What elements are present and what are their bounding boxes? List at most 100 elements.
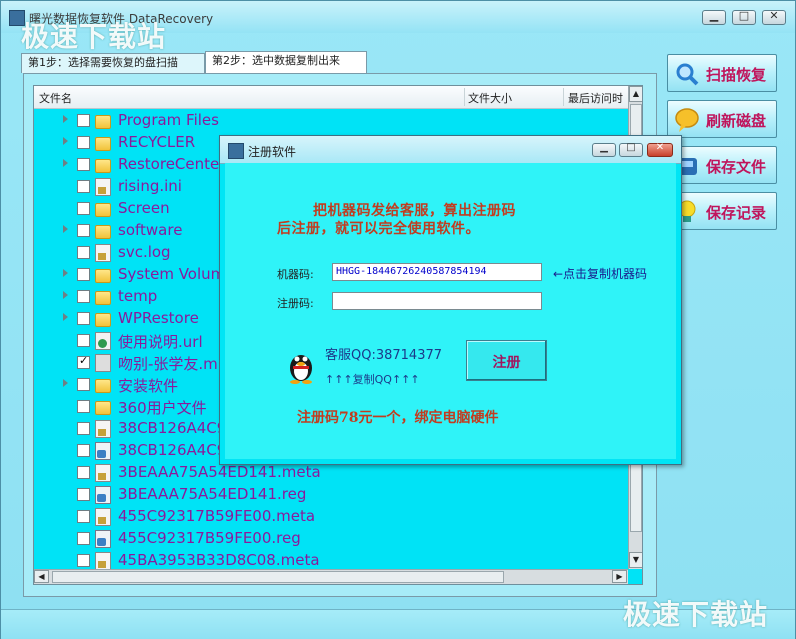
file-name: 455C92317B59FE00.meta — [118, 507, 316, 525]
arrow-down-icon: ▼ — [632, 555, 640, 564]
maximize-icon: □ — [626, 142, 636, 153]
save-record-button[interactable]: 保存记录 — [667, 192, 777, 230]
row-checkbox[interactable] — [77, 488, 90, 501]
maximize-icon: □ — [738, 9, 750, 22]
file-icon — [95, 464, 111, 482]
table-row[interactable]: 3BEAAA75A54ED141.meta — [34, 462, 628, 484]
row-checkbox[interactable] — [77, 334, 90, 347]
checkmark-icon: ✓ — [79, 354, 89, 367]
column-filename[interactable]: 文件名 — [39, 90, 72, 106]
row-checkbox[interactable] — [77, 136, 90, 149]
file-name: 3BEAAA75A54ED141.meta — [118, 463, 321, 481]
dialog-message-line1: 把机器码发给客服，算出注册码 — [313, 203, 516, 219]
expand-arrow-icon[interactable] — [63, 159, 68, 167]
folder-icon — [95, 291, 111, 305]
minimize-button[interactable]: ▁ — [702, 9, 726, 25]
scan-recover-label: 扫描恢复 — [706, 66, 767, 84]
column-separator[interactable] — [563, 88, 564, 106]
dialog-title-bar[interactable]: 注册软件 ▁ □ ✕ — [220, 136, 681, 164]
horizontal-scrollbar[interactable]: ◀ ▶ — [34, 569, 628, 584]
file-name: WPRestore — [118, 309, 199, 327]
row-checkbox[interactable] — [77, 510, 90, 523]
folder-icon — [95, 401, 111, 415]
row-checkbox[interactable] — [77, 290, 90, 303]
expand-arrow-icon[interactable] — [63, 269, 68, 277]
refresh-disk-button[interactable]: 刷新磁盘 — [667, 100, 777, 138]
arrow-up-icon: ▲ — [632, 89, 640, 98]
column-separator[interactable] — [464, 88, 465, 106]
expand-arrow-icon[interactable] — [63, 137, 68, 145]
maximize-button[interactable]: □ — [732, 9, 756, 25]
row-checkbox[interactable] — [77, 158, 90, 171]
tab-step-1[interactable]: 第1步：选择需要恢复的盘扫描 — [21, 53, 205, 73]
expand-arrow-icon[interactable] — [63, 291, 68, 299]
reg-file-icon — [95, 530, 111, 548]
file-name: 使用说明.url — [118, 333, 203, 351]
dialog-maximize-button[interactable]: □ — [619, 142, 643, 157]
file-name: Program Files — [118, 111, 219, 129]
row-checkbox[interactable] — [77, 422, 90, 435]
row-checkbox[interactable] — [77, 378, 90, 391]
close-button[interactable]: ✕ — [762, 9, 786, 25]
register-button[interactable]: 注册 — [466, 340, 547, 381]
row-checkbox[interactable] — [77, 466, 90, 479]
row-checkbox[interactable] — [77, 444, 90, 457]
scan-recover-button[interactable]: 扫描恢复 — [667, 54, 777, 92]
file-name: 38CB126A4C9 — [118, 441, 227, 459]
scroll-down-button[interactable]: ▼ — [629, 552, 642, 568]
file-icon — [95, 244, 111, 262]
copy-machine-code-link[interactable]: ←点击复制机器码 — [553, 265, 647, 282]
row-checkbox[interactable]: ✓ — [77, 354, 90, 369]
media-file-icon — [95, 354, 111, 372]
file-name: 安装软件 — [118, 377, 179, 395]
copy-qq-link[interactable]: ↑↑↑复制QQ↑↑↑ — [325, 371, 420, 387]
dialog-minimize-button[interactable]: ▁ — [592, 142, 616, 157]
reg-file-icon — [95, 486, 111, 504]
file-name: software — [118, 221, 183, 239]
dialog-close-button[interactable]: ✕ — [647, 142, 673, 157]
row-checkbox[interactable] — [77, 554, 90, 567]
file-icon — [95, 178, 111, 196]
expand-arrow-icon[interactable] — [63, 225, 68, 233]
row-checkbox[interactable] — [77, 202, 90, 215]
table-row[interactable]: 455C92317B59FE00.reg — [34, 528, 628, 550]
refresh-disk-label: 刷新磁盘 — [706, 112, 767, 130]
file-name: rising.ini — [118, 177, 182, 195]
column-last-access[interactable]: 最后访问时 — [568, 90, 623, 106]
price-note: 注册码78元一个，绑定电脑硬件 — [297, 410, 499, 426]
horizontal-scroll-thumb[interactable] — [52, 571, 504, 583]
speech-bubble-icon — [674, 107, 700, 133]
row-checkbox[interactable] — [77, 246, 90, 259]
tab-step-2[interactable]: 第2步：选中数据复制出来 — [205, 51, 367, 73]
row-checkbox[interactable] — [77, 532, 90, 545]
row-checkbox[interactable] — [77, 224, 90, 237]
scroll-left-button[interactable]: ◀ — [34, 570, 49, 583]
file-icon — [95, 552, 111, 570]
column-filesize[interactable]: 文件大小 — [468, 90, 512, 106]
row-checkbox[interactable] — [77, 268, 90, 281]
table-row[interactable]: 455C92317B59FE00.meta — [34, 506, 628, 528]
save-file-label: 保存文件 — [706, 158, 767, 176]
row-checkbox[interactable] — [77, 400, 90, 413]
url-icon — [95, 332, 111, 350]
reg-code-label: 注册码: — [277, 297, 314, 310]
machine-code-field[interactable]: HHGG-18446726240587854194 — [332, 263, 542, 281]
magnifier-icon — [674, 61, 700, 87]
reg-code-input[interactable] — [332, 292, 542, 310]
row-checkbox[interactable] — [77, 114, 90, 127]
expand-arrow-icon[interactable] — [63, 379, 68, 387]
list-header: 文件名 文件大小 最后访问时 — [34, 86, 628, 109]
table-row[interactable]: 3BEAAA75A54ED141.reg — [34, 484, 628, 506]
arrow-left-icon: ◀ — [38, 572, 45, 581]
table-row[interactable]: Program Files — [34, 110, 628, 132]
scroll-right-button[interactable]: ▶ — [612, 570, 627, 583]
dialog-app-icon — [228, 143, 244, 159]
row-checkbox[interactable] — [77, 312, 90, 325]
expand-arrow-icon[interactable] — [63, 115, 68, 123]
expand-arrow-icon[interactable] — [63, 313, 68, 321]
row-checkbox[interactable] — [77, 180, 90, 193]
save-file-button[interactable]: 保存文件 — [667, 146, 777, 184]
scroll-up-button[interactable]: ▲ — [629, 86, 642, 102]
file-name: 38CB126A4C9 — [118, 419, 227, 437]
folder-icon — [95, 203, 111, 217]
